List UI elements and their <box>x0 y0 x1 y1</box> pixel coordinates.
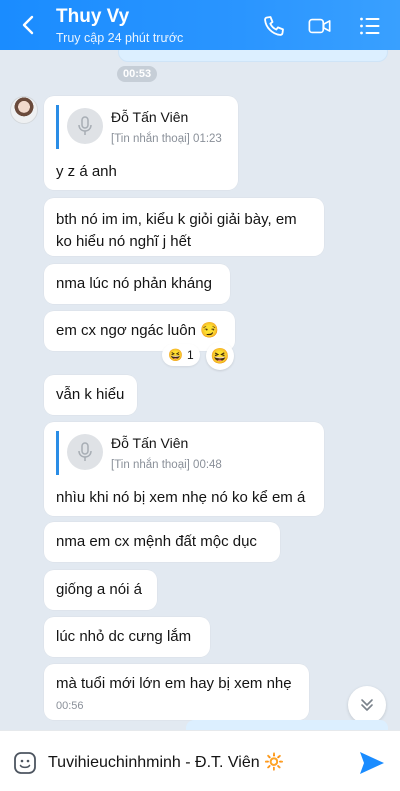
microphone-icon <box>67 434 103 470</box>
quoted-sender-name: Đỗ Tấn Viên <box>111 435 189 451</box>
message-text: nhìu khi nó bị xem nhẹ nó ko kể em á <box>56 489 306 506</box>
message-bubble[interactable]: vẫn k hiểu <box>44 375 137 415</box>
message-input[interactable]: Tuvihieuchinhminh - Đ.T. Viên 🔆 <box>48 752 284 772</box>
message-bubble[interactable]: mà tuổi mới lớn em hay bị xem nhẹ 00:56 <box>44 664 309 720</box>
video-call-icon[interactable] <box>308 14 332 38</box>
options-menu-icon[interactable] <box>358 14 382 38</box>
microphone-icon <box>67 108 103 144</box>
quoted-voice-label: [Tin nhắn thoại] 01:23 <box>111 133 222 145</box>
message-text-line: ko hiểu nó nghĩ j hết <box>56 233 192 250</box>
message-bubble[interactable]: giống a nói á <box>44 570 157 610</box>
message-text: giống a nói á <box>56 581 142 598</box>
scroll-to-bottom-button[interactable] <box>348 686 386 724</box>
sticker-emoji-icon[interactable] <box>13 751 37 775</box>
message-text: lúc nhỏ dc cưng lắm <box>56 628 192 645</box>
quoted-voice-message[interactable]: Đỗ Tấn Viên [Tin nhắn thoại] 00:48 <box>56 431 312 475</box>
back-arrow-icon[interactable] <box>18 14 40 36</box>
message-time: 00:56 <box>56 700 84 712</box>
reaction-count: 1 <box>186 348 194 362</box>
send-icon[interactable] <box>358 750 386 776</box>
phone-call-icon[interactable] <box>262 14 286 38</box>
reaction-summary[interactable]: 😆 1 <box>162 344 200 366</box>
message-bubble[interactable]: bth nó im im, kiểu k giỏi giải bày, em k… <box>44 198 324 256</box>
message-text: nma em cx mệnh đất mộc dục <box>56 533 257 550</box>
chat-messages[interactable]: 00:53 Đỗ Tấn Viên [Tin nhắn thoại] 01:23… <box>0 50 400 725</box>
message-text: em cx ngơ ngác luôn 😏 <box>56 322 219 339</box>
double-chevron-down-icon <box>361 699 373 711</box>
previous-sent-bubble <box>118 50 388 62</box>
message-text: y z á anh <box>56 163 117 180</box>
quoted-sender-name: Đỗ Tấn Viên <box>111 109 189 125</box>
message-bubble[interactable]: nma lúc nó phản kháng <box>44 264 230 304</box>
chat-header: Thuy Vy Truy cập 24 phút trước <box>0 0 400 50</box>
message-bubble[interactable]: nma em cx mệnh đất mộc dục <box>44 522 280 562</box>
message-bubble[interactable]: Đỗ Tấn Viên [Tin nhắn thoại] 01:23 y z á… <box>44 96 238 190</box>
last-seen-status: Truy cập 24 phút trước <box>56 31 184 45</box>
message-bubble[interactable]: em cx ngơ ngác luôn 😏 <box>44 311 235 351</box>
next-sent-bubble <box>186 720 388 730</box>
contact-avatar[interactable] <box>10 96 38 124</box>
message-text: mà tuổi mới lớn em hay bị xem nhẹ <box>56 675 292 692</box>
message-text-line: bth nó im im, kiểu k giỏi giải bày, em <box>56 211 297 228</box>
quoted-voice-label: [Tin nhắn thoại] 00:48 <box>111 459 222 471</box>
contact-name[interactable]: Thuy Vy <box>56 6 129 28</box>
message-time: 00:53 <box>117 66 158 82</box>
message-input-bar: Tuvihieuchinhminh - Đ.T. Viên 🔆 <box>0 730 400 791</box>
laugh-reaction-icon: 😆 <box>210 348 230 365</box>
message-bubble[interactable]: lúc nhỏ dc cưng lắm <box>44 617 210 657</box>
message-bubble[interactable]: Đỗ Tấn Viên [Tin nhắn thoại] 00:48 nhìu … <box>44 422 324 516</box>
add-reaction-button[interactable]: 😆 <box>206 342 234 370</box>
quoted-voice-message[interactable]: Đỗ Tấn Viên [Tin nhắn thoại] 01:23 <box>56 105 226 149</box>
message-text: nma lúc nó phản kháng <box>56 275 212 292</box>
message-text: vẫn k hiểu <box>56 386 125 403</box>
laugh-reaction-icon: 😆 <box>168 348 183 362</box>
